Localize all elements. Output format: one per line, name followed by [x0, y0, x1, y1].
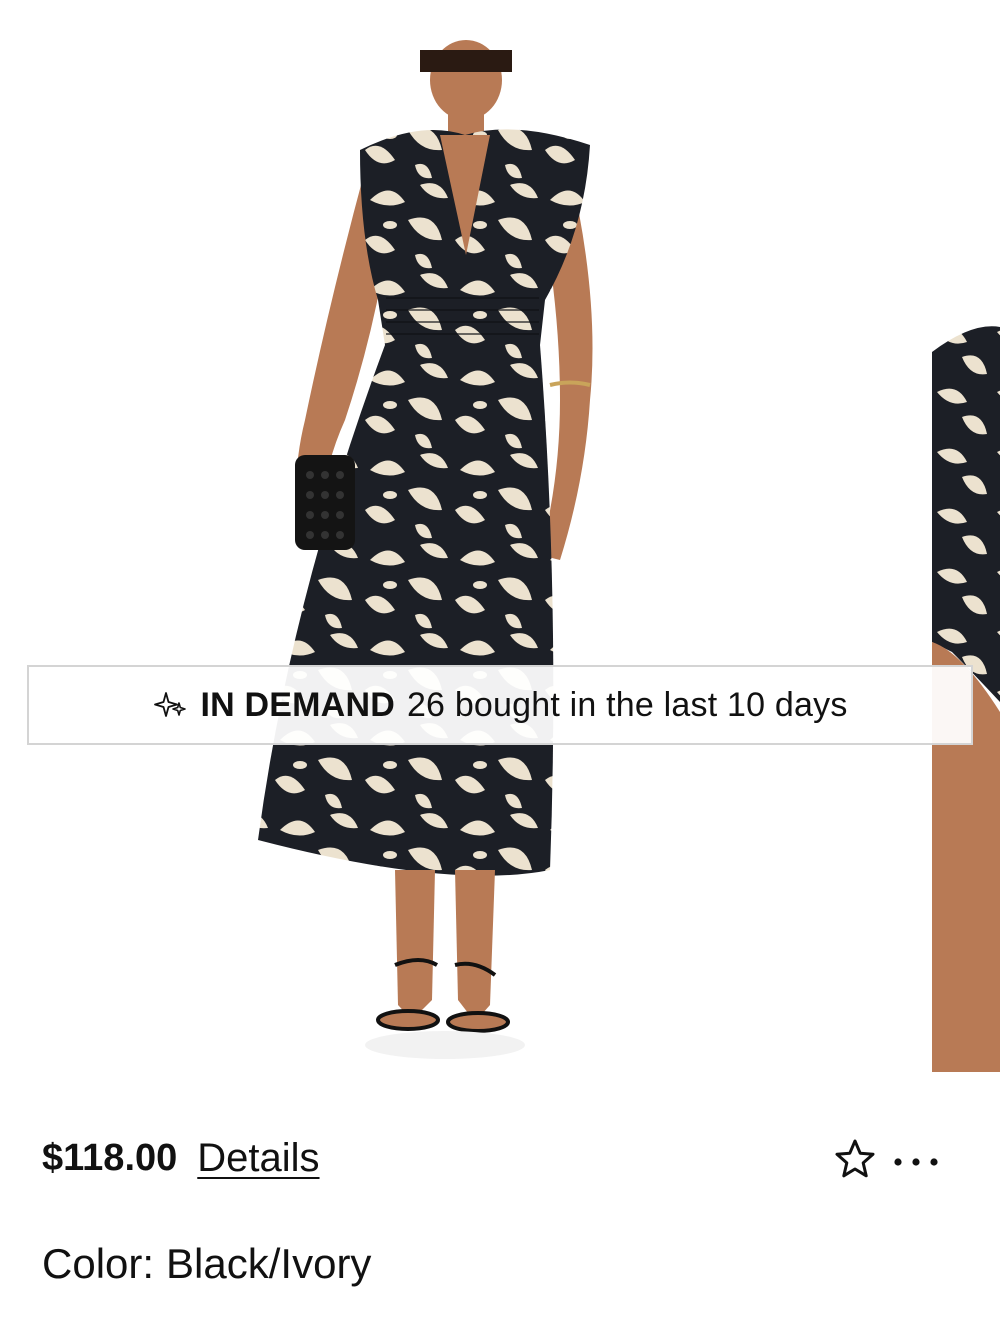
color-value: Black/Ivory [166, 1240, 372, 1287]
in-demand-badge: IN DEMAND 26 bought in the last 10 days [27, 665, 973, 745]
sparkle-icon [154, 692, 187, 717]
favorite-button[interactable] [832, 1136, 878, 1182]
badge-text: 26 bought in the last 10 days [406, 685, 848, 724]
product-price: $118.00 [42, 1136, 178, 1179]
badge-title: IN DEMAND [200, 685, 395, 724]
price-row: $118.00 Details [42, 1128, 320, 1188]
star-outline-icon [835, 1139, 875, 1178]
product-main-image[interactable] [0, 0, 930, 1075]
product-image-gallery[interactable]: IN DEMAND 26 bought in the last 10 days [0, 0, 1000, 1075]
details-link[interactable]: Details [197, 1136, 319, 1181]
color-row: Color: Black/Ivory [42, 1240, 371, 1288]
color-label: Color: [42, 1240, 155, 1287]
product-actions [832, 1134, 946, 1184]
ellipsis-icon [894, 1158, 938, 1166]
more-options-button[interactable] [886, 1136, 946, 1182]
